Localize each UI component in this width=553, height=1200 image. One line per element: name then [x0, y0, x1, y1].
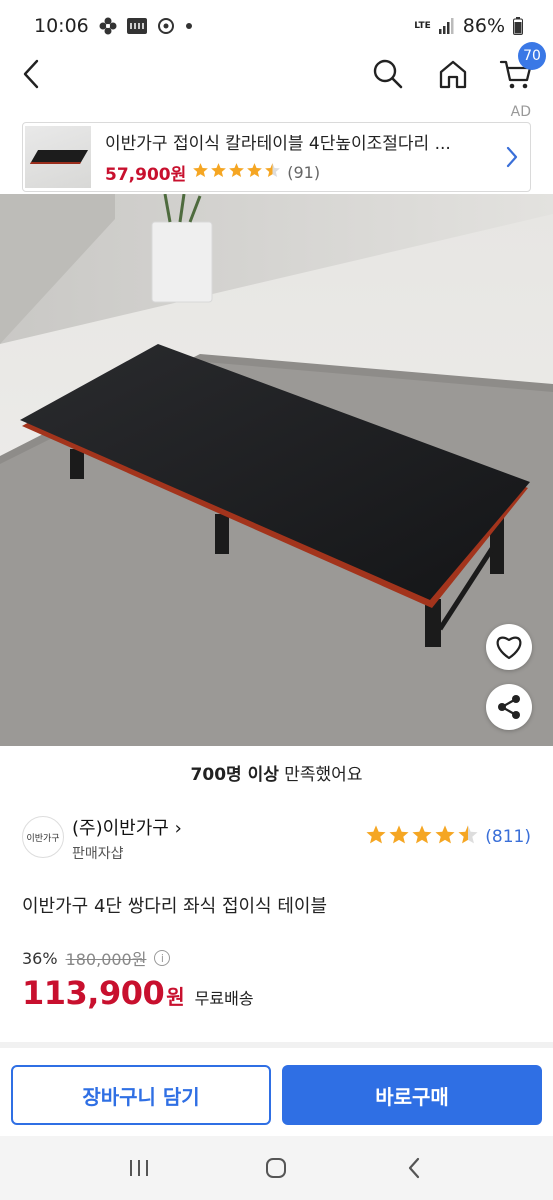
ad-review-count: (91)	[287, 163, 321, 182]
cart-button[interactable]: 70	[494, 42, 546, 96]
satisfaction-count: 700명 이상	[190, 765, 279, 785]
search-button[interactable]	[366, 52, 410, 96]
ad-banner[interactable]: 이반가구 접이식 칼라테이블 4단높이조절다리 ... 57,900원 (91)	[22, 122, 531, 192]
network-type-label: LTE	[414, 20, 431, 31]
share-button[interactable]	[486, 684, 532, 730]
star-icon	[457, 824, 479, 850]
system-back-icon	[409, 1157, 420, 1179]
sale-price: 113,900	[22, 974, 165, 1012]
recent-apps-button[interactable]	[109, 1146, 169, 1190]
star-icon	[411, 824, 433, 850]
chevron-right-icon	[494, 145, 530, 169]
section-divider	[0, 1042, 553, 1048]
home-circle-icon	[266, 1158, 287, 1178]
sale-price-unit: 원	[166, 985, 185, 1009]
product-rating-stars	[365, 824, 479, 850]
satisfaction-text: 만족했어요	[278, 765, 363, 785]
star-icon	[264, 162, 281, 183]
discount-rate: 36%	[22, 948, 58, 968]
info-icon[interactable]: i	[154, 950, 171, 966]
star-icon	[388, 824, 410, 850]
price-row: 113,900 원 무료배송	[22, 974, 254, 1012]
battery-percent: 86%	[462, 15, 505, 37]
star-icon	[434, 824, 456, 850]
product-title: 이반가구 4단 쌍다리 좌식 접이식 테이블	[22, 896, 328, 917]
share-icon	[498, 695, 520, 719]
star-icon	[228, 162, 245, 183]
ad-product-title: 이반가구 접이식 칼라테이블 4단높이조절다리 ...	[105, 134, 451, 154]
seller-name-link[interactable]: (주)이반가구 ›	[72, 814, 182, 840]
seller-shop-label: 판매자샵	[72, 846, 124, 862]
signal-icon	[438, 18, 455, 34]
free-shipping-label: 무료배송	[194, 989, 254, 1008]
satisfaction-summary: 700명 이상 만족했어요	[0, 760, 553, 785]
home-icon	[439, 60, 467, 89]
star-icon	[246, 162, 263, 183]
price-meta: 36% 180,000원 i	[22, 946, 171, 970]
app-notification-icon	[126, 18, 147, 34]
product-review-count[interactable]: (811)	[485, 827, 531, 847]
sync-icon	[157, 17, 175, 35]
star-icon	[365, 824, 387, 850]
system-navigation-bar	[0, 1136, 553, 1200]
ad-price: 57,900원	[105, 165, 187, 185]
heart-icon	[496, 636, 522, 660]
product-photo	[0, 194, 553, 746]
star-icon	[210, 162, 227, 183]
ad-rating-stars	[192, 162, 281, 183]
search-icon	[373, 59, 403, 89]
home-button[interactable]	[431, 52, 475, 96]
buy-now-button[interactable]: 바로구매	[282, 1065, 542, 1125]
status-time: 10:06	[34, 15, 89, 37]
cart-count-badge: 70	[518, 42, 546, 70]
original-price: 180,000원	[65, 950, 147, 969]
battery-icon	[513, 17, 523, 35]
more-notifications-dot-icon	[185, 22, 193, 30]
back-arrow-icon	[23, 59, 39, 89]
ad-label: AD	[510, 104, 531, 120]
product-image[interactable]	[0, 194, 553, 746]
recent-apps-icon	[129, 1160, 148, 1176]
seller-logo-text: 이반가구	[26, 833, 60, 844]
seller-logo[interactable]: 이반가구	[22, 816, 64, 858]
seller-chevron-icon: ›	[174, 818, 182, 839]
home-system-button[interactable]	[246, 1146, 306, 1190]
back-button[interactable]	[10, 52, 54, 96]
system-back-button[interactable]	[384, 1146, 444, 1190]
add-to-cart-button[interactable]: 장바구니 담기	[11, 1065, 271, 1125]
wishlist-button[interactable]	[486, 624, 532, 670]
purchase-action-bar: 장바구니 담기 바로구매	[0, 1056, 553, 1136]
seller-name: (주)이반가구	[72, 818, 169, 839]
top-navigation: 70	[0, 42, 553, 108]
status-bar: 10:06 LTE 86%	[0, 0, 553, 52]
pinwheel-icon	[99, 17, 117, 35]
product-rating[interactable]: (811)	[365, 824, 531, 850]
ad-product-thumbnail	[25, 126, 91, 188]
star-icon	[192, 162, 209, 183]
seller-row: 이반가구 (주)이반가구 › 판매자샵 (811)	[22, 812, 531, 864]
